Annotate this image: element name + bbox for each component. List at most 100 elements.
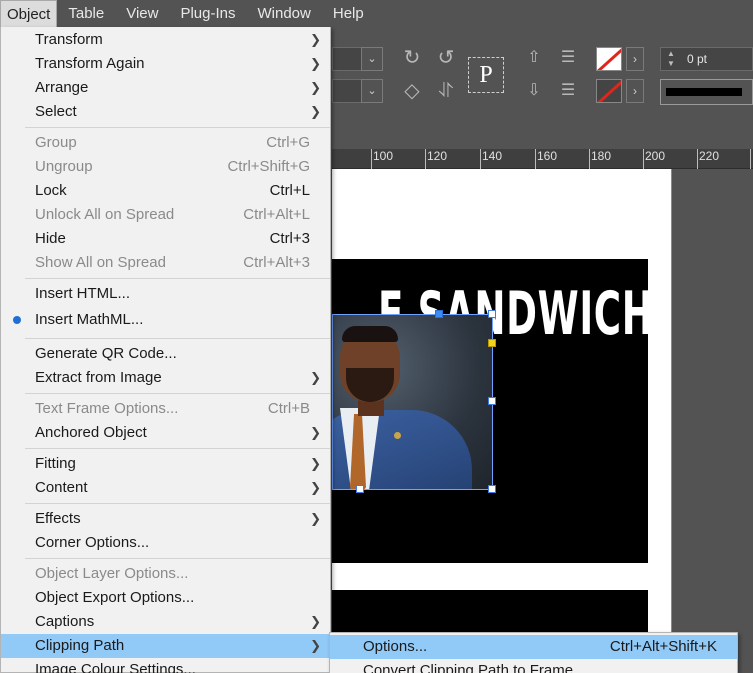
submenu-arrow-icon: ❯ (310, 614, 321, 629)
menu-item-transform-again[interactable]: Transform Again ❯ (1, 52, 330, 76)
black-banner-frame[interactable]: E SANDWICH (332, 259, 648, 563)
submenu-item-shortcut: Ctrl+Alt+Shift+K (609, 638, 717, 655)
rotate-clockwise-icon[interactable]: ↻ (398, 46, 426, 72)
menu-item-label: Unlock All on Spread (35, 206, 175, 223)
select-previous-object-icon[interactable]: ⇩ (520, 79, 548, 105)
menu-item-label: Arrange (35, 79, 89, 96)
stroke-swatch-arrow[interactable]: › (626, 79, 644, 103)
menu-item-object-layer-options[interactable]: Object Layer Options... (1, 562, 330, 586)
submenu-item-label: Options... (363, 638, 428, 655)
menu-item-text-frame-options[interactable]: Text Frame Options... Ctrl+B (1, 397, 330, 421)
ruler-major-tick (750, 149, 751, 169)
menu-item-lock[interactable]: Lock Ctrl+L (1, 179, 330, 203)
pasteboard (672, 169, 753, 673)
scale-y-field[interactable] (332, 79, 362, 103)
corner-options-handle[interactable] (488, 339, 496, 347)
document-page[interactable]: E SANDWICH (332, 169, 672, 673)
menu-item-extract-from-image[interactable]: Extract from Image ❯ (1, 366, 330, 390)
selection-frame[interactable] (332, 314, 493, 490)
menu-item-content[interactable]: Content ❯ (1, 476, 330, 500)
submenu-item-options[interactable]: Options... Ctrl+Alt+Shift+K (330, 635, 737, 659)
menu-item-unlock-all-on-spread[interactable]: Unlock All on Spread Ctrl+Alt+L (1, 203, 330, 227)
menu-table[interactable]: Table (57, 0, 115, 27)
submenu-arrow-icon: ❯ (310, 80, 321, 95)
bullet-dot-icon (13, 316, 21, 324)
menu-item-label: Insert MathML... (35, 311, 144, 328)
clipping-path-submenu: Options... Ctrl+Alt+Shift+K Convert Clipp… (329, 632, 738, 673)
submenu-arrow-icon: ❯ (310, 456, 321, 471)
object-menu: Transform ❯ Transform Again ❯ Arrange ❯ Sel… (0, 27, 331, 673)
fill-swatch-icon[interactable] (596, 47, 622, 71)
menu-separator (25, 448, 330, 449)
menu-window[interactable]: Window (247, 0, 322, 27)
menu-item-anchored-object[interactable]: Anchored Object ❯ (1, 421, 330, 445)
ruler-label: 160 (537, 149, 558, 163)
menu-item-arrange[interactable]: Arrange ❯ (1, 76, 330, 100)
menu-item-transform[interactable]: Transform ❯ (1, 28, 330, 52)
menu-item-select[interactable]: Select ❯ (1, 100, 330, 124)
scale-x-field[interactable] (332, 47, 362, 71)
menu-item-label: Corner Options... (35, 534, 150, 551)
menu-item-label: Captions (35, 613, 95, 630)
menu-item-show-all-on-spread[interactable]: Show All on Spread Ctrl+Alt+3 (1, 251, 330, 275)
menu-plug-ins[interactable]: Plug-Ins (169, 0, 246, 27)
selection-handle-middle-right[interactable] (488, 397, 496, 405)
menu-separator (25, 127, 330, 128)
menu-item-insert-html[interactable]: Insert HTML... (1, 282, 330, 306)
menu-item-insert-mathml[interactable]: Insert MathML... (1, 308, 330, 332)
menu-item-fitting[interactable]: Fitting ❯ (1, 452, 330, 476)
menu-item-label: Effects (35, 510, 81, 527)
menu-item-object-export-options[interactable]: Object Export Options... (1, 586, 330, 610)
rotate-counterclockwise-icon[interactable]: ↺ (432, 46, 460, 72)
submenu-item-label: Convert Clipping Path to Frame (363, 662, 574, 673)
menu-item-captions[interactable]: Captions ❯ (1, 610, 330, 634)
menu-item-hide[interactable]: Hide Ctrl+3 (1, 227, 330, 251)
menu-item-label: Fitting (35, 455, 76, 472)
ruler-label: 200 (645, 149, 666, 163)
menu-separator (25, 393, 330, 394)
stroke-swatch-icon[interactable] (596, 79, 622, 103)
selection-handle-bottom-left[interactable] (356, 485, 364, 493)
flip-horizontal-icon[interactable]: ◇ (398, 79, 426, 105)
menu-item-label: Text Frame Options... (35, 400, 179, 417)
submenu-arrow-icon: ❯ (310, 511, 321, 526)
submenu-item-convert-clipping-path-to-frame[interactable]: Convert Clipping Path to Frame (330, 659, 737, 673)
select-content-icon[interactable]: ☰ (554, 46, 582, 72)
menu-view[interactable]: View (115, 0, 169, 27)
select-next-object-icon[interactable]: ☰ (554, 79, 582, 105)
menu-item-generate-qr-code[interactable]: Generate QR Code... (1, 342, 330, 366)
menu-help[interactable]: Help (322, 0, 375, 27)
menu-item-effects[interactable]: Effects ❯ (1, 507, 330, 531)
submenu-arrow-icon: ❯ (310, 32, 321, 47)
flip-vertical-icon[interactable]: ⥯ (432, 79, 460, 105)
menu-item-label: Select (35, 103, 77, 120)
menu-item-corner-options[interactable]: Corner Options... (1, 531, 330, 555)
ruler-label: 180 (591, 149, 612, 163)
menu-item-label: Show All on Spread (35, 254, 166, 271)
fill-swatch-arrow[interactable]: › (626, 47, 644, 71)
menu-object[interactable]: Object (0, 0, 58, 27)
ruler-label: 100 (373, 149, 394, 163)
submenu-arrow-icon: ❯ (310, 480, 321, 495)
menu-item-label: Content (35, 479, 88, 496)
stroke-weight-stepper-icon[interactable]: ▲ ▼ (662, 49, 680, 69)
menu-separator (25, 278, 330, 279)
menu-item-image-colour-settings[interactable]: Image Colour Settings... (1, 658, 330, 673)
scale-x-dropdown[interactable]: ⌄ (361, 47, 383, 71)
stroke-type-selector[interactable] (660, 79, 753, 105)
menu-item-clipping-path[interactable]: Clipping Path ❯ (1, 634, 330, 658)
document-canvas[interactable]: E SANDWICH (332, 169, 753, 673)
selection-handle-bottom-right[interactable] (488, 485, 496, 493)
menu-item-shortcut: Ctrl+L (269, 182, 310, 199)
menu-item-ungroup[interactable]: Ungroup Ctrl+Shift+G (1, 155, 330, 179)
reference-point-icon[interactable]: P (468, 57, 504, 93)
submenu-arrow-icon: ❯ (310, 104, 321, 119)
menu-item-label: Generate QR Code... (35, 345, 177, 362)
menu-item-shortcut: Ctrl+Alt+3 (243, 254, 310, 271)
menu-item-group[interactable]: Group Ctrl+G (1, 131, 330, 155)
selection-handle-top-center[interactable] (435, 310, 443, 318)
menu-item-shortcut: Ctrl+B (267, 400, 310, 417)
scale-y-dropdown[interactable]: ⌄ (361, 79, 383, 103)
select-container-icon[interactable]: ⇧ (520, 46, 548, 72)
selection-handle-top-right[interactable] (488, 310, 496, 318)
